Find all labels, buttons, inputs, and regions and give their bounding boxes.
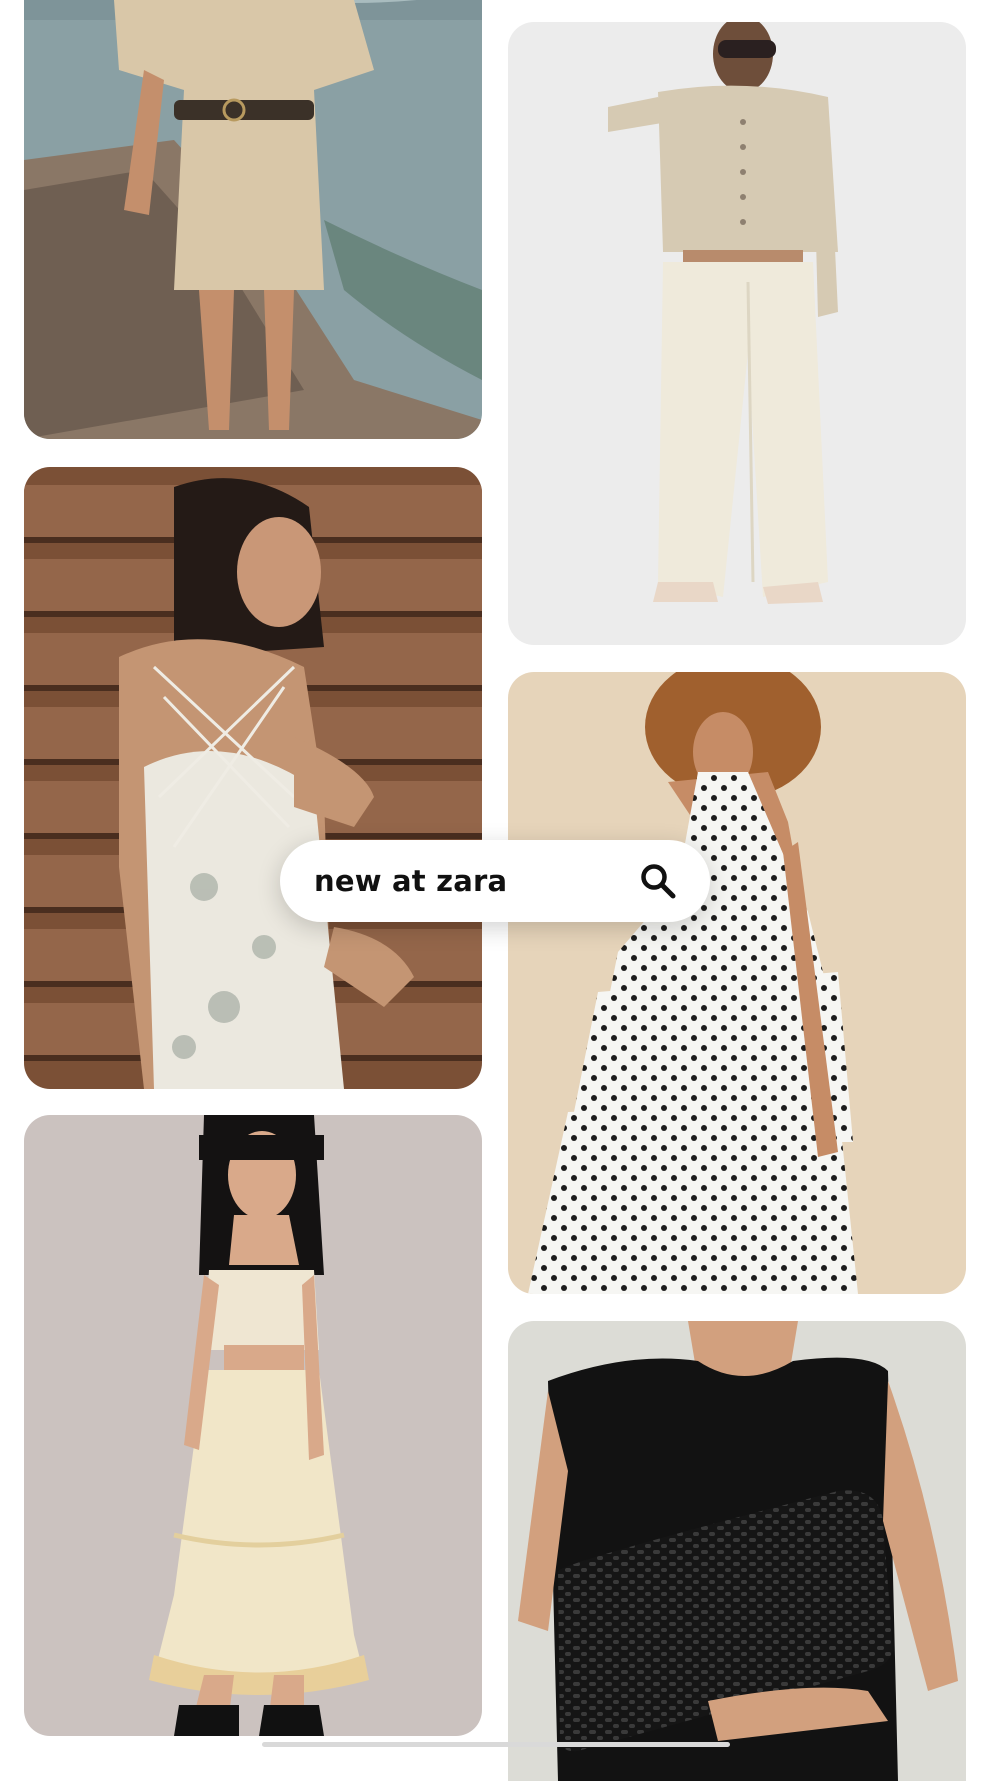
pin-image-linen-romper[interactable]	[24, 0, 482, 439]
pin-image-backless-dress[interactable]	[24, 467, 482, 1089]
pin-image-polka-dot-set[interactable]	[508, 672, 966, 1294]
search-icon[interactable]	[638, 861, 678, 901]
pin-photo	[508, 1321, 966, 1781]
pin-photo	[508, 22, 966, 645]
search-bar[interactable]: new at zara	[280, 840, 710, 922]
pin-photo	[508, 672, 966, 1294]
pin-image-woven-clutch[interactable]	[508, 1321, 966, 1781]
pin-image-lace-set[interactable]	[24, 1115, 482, 1736]
pin-image-cardigan-trousers[interactable]	[508, 22, 966, 645]
search-query-text: new at zara	[314, 864, 508, 898]
pin-photo	[24, 467, 482, 1089]
pin-photo	[24, 1115, 482, 1736]
pin-photo	[24, 0, 482, 439]
home-indicator[interactable]	[262, 1742, 730, 1747]
